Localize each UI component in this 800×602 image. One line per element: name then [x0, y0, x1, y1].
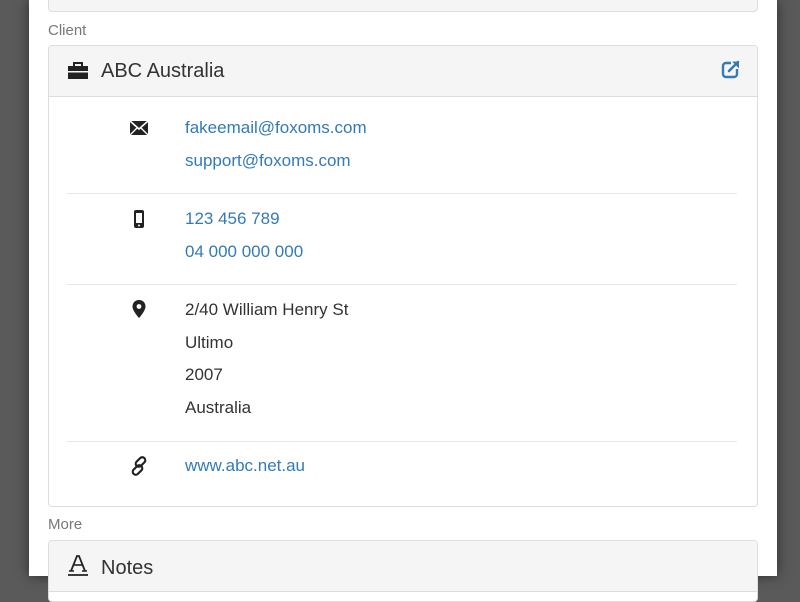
- row-divider: [67, 284, 737, 285]
- envelope-icon: [129, 118, 149, 138]
- website-link[interactable]: www.abc.net.au: [185, 450, 305, 483]
- font-icon: [67, 554, 89, 576]
- website-list: www.abc.net.au: [185, 450, 305, 483]
- address-suburb: Ultimo: [185, 332, 234, 352]
- address-lines: 2/40 William Henry St Ultimo 2007 Austra…: [185, 294, 348, 424]
- mobile-phone-icon: [129, 209, 149, 229]
- link-icon: [129, 456, 149, 476]
- details-modal: Client ABC Australia fakeemail@foxoms.co…: [29, 0, 777, 602]
- external-link-icon[interactable]: [721, 59, 741, 79]
- modal-backdrop-left: [0, 0, 29, 576]
- address-country: Australia: [185, 397, 252, 417]
- modal-backdrop-right: [777, 0, 800, 576]
- map-marker-icon: [129, 299, 149, 319]
- email-link[interactable]: support@foxoms.com: [185, 145, 367, 178]
- email-link[interactable]: fakeemail@foxoms.com: [185, 112, 367, 145]
- previous-panel-bottom: [48, 0, 758, 12]
- more-section-label: More: [48, 516, 83, 533]
- address-street: 2/40 William Henry St: [185, 300, 349, 319]
- phone-link[interactable]: 04 000 000 000: [185, 236, 303, 269]
- client-section-label: Client: [48, 22, 87, 39]
- row-divider: [67, 441, 737, 442]
- client-panel: ABC Australia fakeemail@foxoms.com suppo…: [48, 45, 758, 507]
- notes-title: Notes: [101, 557, 154, 579]
- email-list: fakeemail@foxoms.com support@foxoms.com: [185, 112, 367, 177]
- address-postcode: 2007: [185, 365, 223, 384]
- phone-link[interactable]: 123 456 789: [185, 203, 303, 236]
- row-divider: [67, 193, 737, 194]
- client-name: ABC Australia: [101, 60, 225, 82]
- notes-panel: Notes: [48, 540, 758, 602]
- briefcase-icon: [67, 61, 89, 81]
- phone-list: 123 456 789 04 000 000 000: [185, 203, 303, 268]
- notes-panel-heading[interactable]: Notes: [49, 541, 757, 592]
- client-panel-heading: ABC Australia: [49, 46, 757, 97]
